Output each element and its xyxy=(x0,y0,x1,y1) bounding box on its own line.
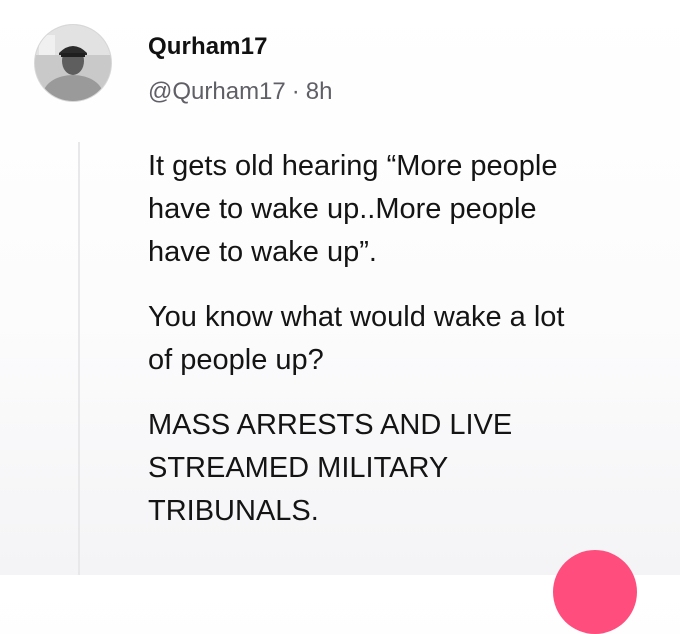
post-card: Qurham17 @Qurham17 · 8h It gets old hearin… xyxy=(0,0,680,634)
post-body: It gets old hearing “More people have to… xyxy=(148,145,658,555)
post-text-line: have to wake up..More people xyxy=(148,193,537,225)
post-text-line: have to wake up”. xyxy=(148,236,377,268)
post-text-line: It gets old hearing “More people xyxy=(148,150,558,182)
post-text-line: MASS ARRESTS AND LIVE xyxy=(148,409,513,441)
avatar[interactable] xyxy=(34,24,112,102)
author-handle[interactable]: @Qurham17 xyxy=(148,78,286,105)
floating-action-button[interactable] xyxy=(553,550,637,634)
meta-separator: · xyxy=(291,78,300,105)
post-text-line: STREAMED MILITARY xyxy=(148,452,449,484)
post-paragraph: You know what would wake a lot of people… xyxy=(148,296,658,382)
author-meta: @Qurham17 · 8h xyxy=(148,78,332,106)
profile-photo-icon xyxy=(35,25,111,101)
post-text-line: TRIBUNALS. xyxy=(148,495,319,527)
post-text-line: of people up? xyxy=(148,344,324,376)
thread-line xyxy=(78,142,80,575)
post-paragraph: It gets old hearing “More people have to… xyxy=(148,145,658,274)
post-text-line: You know what would wake a lot xyxy=(148,301,565,333)
author-display-name[interactable]: Qurham17 xyxy=(148,33,268,61)
post-paragraph: MASS ARRESTS AND LIVE STREAMED MILITARY … xyxy=(148,404,658,533)
post-timestamp[interactable]: 8h xyxy=(306,78,333,105)
